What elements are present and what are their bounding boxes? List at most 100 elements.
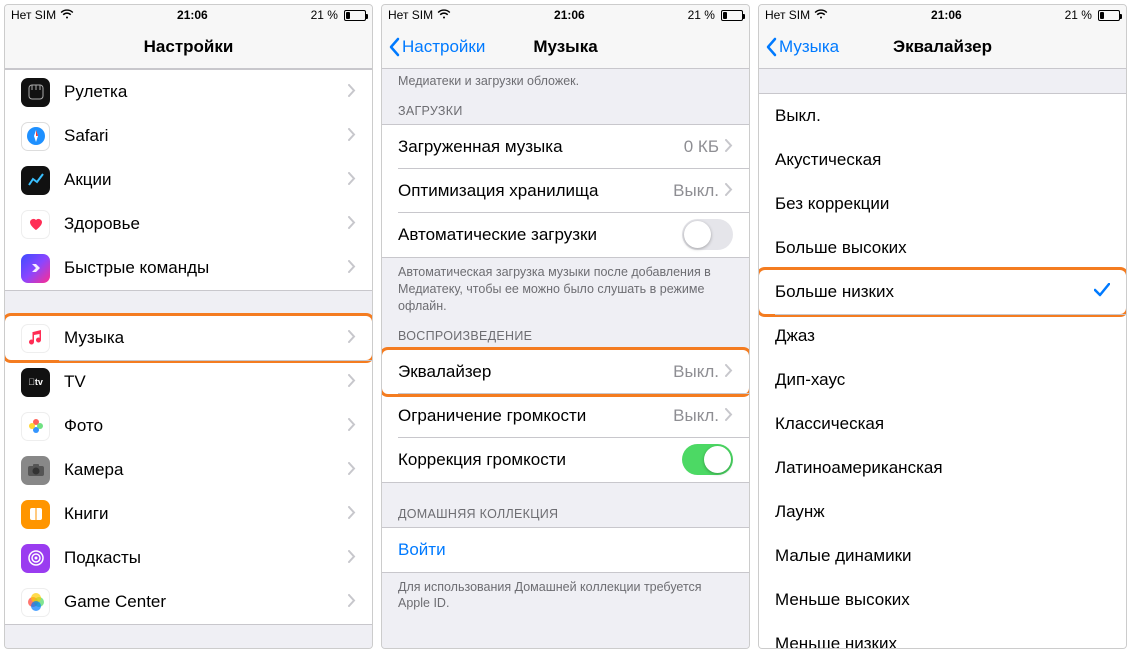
eq-option-row[interactable]: Меньше низких xyxy=(759,622,1126,648)
row-label: Фото xyxy=(64,416,348,436)
volume-limit-row[interactable]: Ограничение громкости Выкл. xyxy=(382,394,749,438)
back-button[interactable]: Музыка xyxy=(765,37,839,57)
nav-bar: Настройки xyxy=(5,25,372,69)
row-value: 0 КБ xyxy=(684,137,719,157)
chevron-right-icon xyxy=(725,406,733,426)
playback-header: ВОСПРОИЗВЕДЕНИЕ xyxy=(382,323,749,349)
battery-icon xyxy=(344,10,366,21)
option-label: Выкл. xyxy=(775,106,1110,126)
eq-option-row[interactable]: Дип-хаус xyxy=(759,358,1126,402)
chevron-right-icon xyxy=(348,416,356,436)
settings-row[interactable]: tvTV xyxy=(5,360,372,404)
settings-row[interactable]: Рулетка xyxy=(5,70,372,114)
eq-option-row[interactable]: Латиноамериканская xyxy=(759,446,1126,490)
battery-icon xyxy=(721,10,743,21)
eq-option-row[interactable]: Малые динамики xyxy=(759,534,1126,578)
playback-group: Эквалайзер Выкл. Ограничение громкости В… xyxy=(382,349,749,483)
safari-icon xyxy=(21,122,50,151)
wifi-icon xyxy=(60,8,74,22)
status-bar: Нет SIM 21:06 21 % xyxy=(382,5,749,25)
settings-row[interactable]: Акции xyxy=(5,158,372,202)
eq-option-row[interactable]: Классическая xyxy=(759,402,1126,446)
eq-option-row[interactable]: Лаунж xyxy=(759,490,1126,534)
settings-row[interactable]: Здоровье xyxy=(5,202,372,246)
option-label: Больше высоких xyxy=(775,238,1110,258)
option-label: Дип-хаус xyxy=(775,370,1110,390)
settings-row[interactable]: Музыка xyxy=(5,316,372,360)
back-button[interactable]: Настройки xyxy=(388,37,485,57)
row-label: Эквалайзер xyxy=(398,362,673,382)
row-value: Выкл. xyxy=(673,181,719,201)
home-collection-footer: Для использования Домашней коллекции тре… xyxy=(382,573,749,621)
chevron-right-icon xyxy=(348,170,356,190)
storage-optimization-row[interactable]: Оптимизация хранилища Выкл. xyxy=(382,169,749,213)
settings-row[interactable]: Game Center xyxy=(5,580,372,624)
row-label: Здоровье xyxy=(64,214,348,234)
chevron-right-icon xyxy=(725,181,733,201)
nav-bar: Музыка Эквалайзер xyxy=(759,25,1126,69)
status-bar: Нет SIM 21:06 21 % xyxy=(5,5,372,25)
equalizer-row[interactable]: Эквалайзер Выкл. xyxy=(382,350,749,394)
back-label: Настройки xyxy=(402,37,485,57)
row-label: Safari xyxy=(64,126,348,146)
top-footer: Медиатеки и загрузки обложек. xyxy=(382,69,749,98)
auto-downloads-toggle[interactable] xyxy=(682,219,733,250)
row-label: Ограничение громкости xyxy=(398,406,673,426)
eq-option-row[interactable]: Акустическая xyxy=(759,138,1126,182)
downloaded-music-row[interactable]: Загруженная музыка 0 КБ xyxy=(382,125,749,169)
battery-pct-label: 21 % xyxy=(1065,8,1092,22)
option-label: Малые динамики xyxy=(775,546,1110,566)
screen-equalizer: Нет SIM 21:06 21 % Музыка Эквалайзер Вык… xyxy=(758,4,1127,649)
page-title: Настройки xyxy=(144,37,234,57)
downloads-group: Загруженная музыка 0 КБ Оптимизация хран… xyxy=(382,124,749,258)
content-scroll[interactable]: Рулетка Safari Акции Здоровье Быстрые команд… xyxy=(5,69,372,648)
eq-option-row[interactable]: Больше высоких xyxy=(759,226,1126,270)
photos-icon xyxy=(21,412,50,441)
shortcuts-icon xyxy=(21,254,50,283)
settings-row[interactable]: Safari xyxy=(5,114,372,158)
clock-label: 21:06 xyxy=(554,8,585,22)
eq-option-row[interactable]: Без коррекции xyxy=(759,182,1126,226)
chevron-right-icon xyxy=(348,592,356,612)
chevron-right-icon xyxy=(348,328,356,348)
content-scroll[interactable]: Выкл. АкустическаяБез коррекции Больше выс… xyxy=(759,69,1126,648)
tv-icon: tv xyxy=(21,368,50,397)
row-label: Подкасты xyxy=(64,548,348,568)
option-label: Меньше высоких xyxy=(775,590,1110,610)
eq-option-row[interactable]: Меньше высоких xyxy=(759,578,1126,622)
settings-row[interactable]: Книги xyxy=(5,492,372,536)
battery-pct-label: 21 % xyxy=(688,8,715,22)
chevron-right-icon xyxy=(725,137,733,157)
eq-option-row[interactable]: Больше низких xyxy=(759,270,1126,314)
signin-row[interactable]: Войти xyxy=(382,528,749,572)
podcasts-icon xyxy=(21,544,50,573)
health-icon xyxy=(21,210,50,239)
eq-option-row[interactable]: Джаз xyxy=(759,314,1126,358)
nav-bar: Настройки Музыка xyxy=(382,25,749,69)
screen-music-settings: Нет SIM 21:06 21 % Настройки Музыка Меди… xyxy=(381,4,750,649)
home-collection-header: ДОМАШНЯЯ КОЛЛЕКЦИЯ xyxy=(382,501,749,527)
chevron-right-icon xyxy=(348,214,356,234)
option-label: Джаз xyxy=(775,326,1110,346)
option-label: Больше низких xyxy=(775,282,1094,302)
eq-options-group: Выкл. АкустическаяБез коррекции Больше выс… xyxy=(759,93,1126,648)
eq-option-row[interactable]: Выкл. xyxy=(759,94,1126,138)
settings-row[interactable]: Фото xyxy=(5,404,372,448)
carrier-label: Нет SIM xyxy=(765,8,810,22)
settings-row[interactable]: Подкасты xyxy=(5,536,372,580)
page-title: Музыка xyxy=(533,37,597,57)
option-label: Классическая xyxy=(775,414,1110,434)
clock-label: 21:06 xyxy=(931,8,962,22)
content-scroll[interactable]: Медиатеки и загрузки обложек. ЗАГРУЗКИ З… xyxy=(382,69,749,648)
settings-row[interactable]: Быстрые команды xyxy=(5,246,372,290)
row-value: Выкл. xyxy=(673,362,719,382)
row-label: Акции xyxy=(64,170,348,190)
sound-check-toggle[interactable] xyxy=(682,444,733,475)
auto-downloads-row[interactable]: Автоматические загрузки xyxy=(382,213,749,257)
settings-row[interactable]: Камера xyxy=(5,448,372,492)
row-label: Оптимизация хранилища xyxy=(398,181,673,201)
sound-check-row[interactable]: Коррекция громкости xyxy=(382,438,749,482)
music-icon xyxy=(21,324,50,353)
row-label: Коррекция громкости xyxy=(398,450,682,470)
page-title: Эквалайзер xyxy=(893,37,992,57)
